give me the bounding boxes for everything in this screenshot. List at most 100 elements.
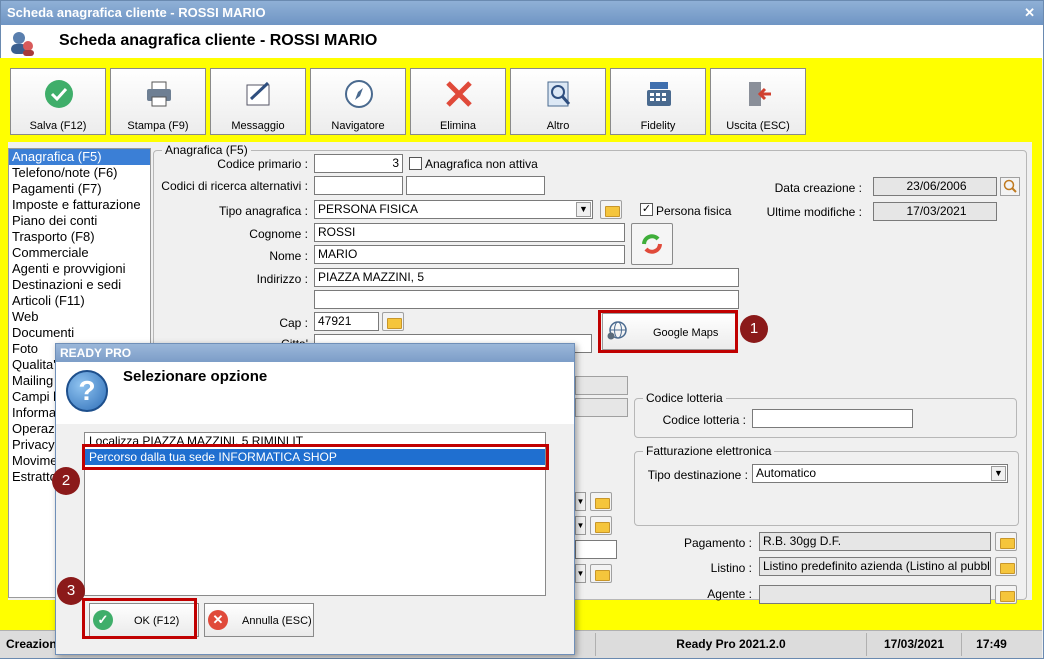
close-icon[interactable]: ✕ bbox=[1024, 1, 1035, 25]
cognome-input[interactable]: ROSSI bbox=[314, 223, 625, 242]
agente-label: Agente : bbox=[707, 587, 752, 601]
dialog-heading: Selezionare opzione bbox=[123, 368, 268, 385]
chevron-down-icon[interactable]: ▼ bbox=[991, 466, 1006, 481]
nome-input[interactable]: MARIO bbox=[314, 245, 625, 264]
message-icon bbox=[246, 81, 270, 106]
delete-button[interactable]: Elimina bbox=[410, 68, 506, 135]
close-icon: ✕ bbox=[208, 610, 228, 630]
cap-label: Cap : bbox=[279, 316, 308, 330]
cancel-button[interactable]: ✕ Annulla (ESC) bbox=[204, 603, 314, 637]
ultime-modifiche-label: Ultime modifiche : bbox=[766, 205, 862, 219]
tipo-anagrafica-label: Tipo anagrafica : bbox=[219, 204, 308, 218]
chevron-down-icon[interactable]: ▼ bbox=[575, 492, 586, 511]
data-creazione-label: Data creazione : bbox=[774, 181, 862, 195]
folder-icon[interactable] bbox=[600, 200, 622, 219]
sidebar-item[interactable]: Web bbox=[9, 309, 150, 325]
highlight-option-route bbox=[82, 444, 549, 470]
exit-button[interactable]: Uscita (ESC) bbox=[710, 68, 806, 135]
page-title: Scheda anagrafica cliente - ROSSI MARIO bbox=[59, 32, 378, 49]
tipo-destinazione-label: Tipo destinazione : bbox=[647, 468, 748, 482]
listino-value: Listino predefinito azienda (Listino al … bbox=[759, 557, 991, 576]
tipo-anagrafica-select[interactable]: PERSONA FISICA ▼ bbox=[314, 200, 593, 219]
search-icon[interactable] bbox=[1000, 177, 1020, 196]
sidebar-item[interactable]: Commerciale bbox=[9, 245, 150, 261]
agente-value bbox=[759, 585, 991, 604]
navigator-label: Navigatore bbox=[331, 120, 385, 132]
lotteria-group-title: Codice lotteria bbox=[643, 391, 726, 405]
fatturazione-elettronica-title: Fatturazione elettronica bbox=[643, 444, 775, 458]
anagrafica-non-attiva-label: Anagrafica non attiva bbox=[425, 157, 538, 171]
tipo-anagrafica-value: PERSONA FISICA bbox=[318, 202, 419, 216]
dialog-header: Selezionare opzione bbox=[56, 362, 574, 424]
folder-icon[interactable] bbox=[995, 557, 1017, 576]
check-icon bbox=[45, 80, 73, 108]
sidebar-item[interactable]: Articoli (F11) bbox=[9, 293, 150, 309]
readonly-field bbox=[575, 376, 628, 395]
data-creazione-value: 23/06/2006 bbox=[873, 177, 997, 196]
status-time: 17:49 bbox=[961, 633, 1021, 656]
codice-lotteria-input[interactable] bbox=[752, 409, 913, 428]
persona-fisica-label: Persona fisica bbox=[656, 204, 732, 218]
indirizzo-input[interactable]: PIAZZA MAZZINI, 5 bbox=[314, 268, 739, 287]
readonly-field bbox=[575, 398, 628, 417]
anagrafica-group-title: Anagrafica (F5) bbox=[162, 143, 251, 157]
pagamento-value: R.B. 30gg D.F. bbox=[759, 532, 991, 551]
other-button[interactable]: Altro bbox=[510, 68, 606, 135]
cancel-label: Annulla (ESC) bbox=[242, 615, 312, 627]
callout-badge-2: 2 bbox=[52, 467, 80, 495]
codice-lotteria-label: Codice lotteria : bbox=[662, 413, 746, 427]
save-label: Salva (F12) bbox=[29, 120, 87, 132]
other-label: Altro bbox=[546, 120, 570, 132]
printer-icon bbox=[147, 81, 171, 107]
save-button[interactable]: Salva (F12) bbox=[10, 68, 106, 135]
cap-input[interactable]: 47921 bbox=[314, 312, 379, 331]
status-date: 17/03/2021 bbox=[866, 633, 961, 656]
chevron-down-icon[interactable]: ▼ bbox=[575, 516, 586, 535]
dialog-title: READY PRO bbox=[56, 344, 574, 362]
listino-label: Listino : bbox=[710, 561, 752, 575]
codici-ricerca-label: Codici di ricerca alternativi : bbox=[161, 179, 308, 193]
nome-label: Nome : bbox=[269, 249, 308, 263]
folder-icon[interactable] bbox=[590, 564, 612, 583]
tipo-destinazione-select[interactable]: Automatico ▼ bbox=[752, 464, 1008, 483]
print-button[interactable]: Stampa (F9) bbox=[110, 68, 206, 135]
page-header: Scheda anagrafica cliente - ROSSI MARIO bbox=[1, 25, 1043, 59]
swap-name-button[interactable] bbox=[631, 223, 673, 265]
codice-ricerca-input-2[interactable] bbox=[406, 176, 545, 195]
folder-icon[interactable] bbox=[995, 585, 1017, 604]
codice-primario-input[interactable]: 3 bbox=[314, 154, 403, 173]
sidebar-item[interactable]: Destinazioni e sedi bbox=[9, 277, 150, 293]
exit-label: Uscita (ESC) bbox=[726, 120, 790, 132]
highlight-google-maps bbox=[598, 310, 738, 353]
persona-fisica-checkbox[interactable]: ✓ bbox=[640, 203, 653, 216]
codice-ricerca-input-1[interactable] bbox=[314, 176, 403, 195]
sidebar-item[interactable]: Anagrafica (F5) bbox=[9, 149, 150, 165]
compass-icon bbox=[345, 80, 373, 108]
sidebar-item[interactable]: Documenti bbox=[9, 325, 150, 341]
callout-badge-3: 3 bbox=[57, 577, 85, 605]
folder-icon[interactable] bbox=[590, 516, 612, 535]
sidebar-item[interactable]: Agenti e provvigioni bbox=[9, 261, 150, 277]
print-label: Stampa (F9) bbox=[127, 120, 189, 132]
delete-icon bbox=[446, 81, 472, 107]
sidebar-item[interactable]: Imposte e fatturazione bbox=[9, 197, 150, 213]
cash-register-icon bbox=[647, 82, 671, 106]
folder-icon[interactable] bbox=[382, 312, 404, 331]
chevron-down-icon[interactable]: ▼ bbox=[576, 202, 591, 217]
sidebar-item[interactable]: Pagamenti (F7) bbox=[9, 181, 150, 197]
exit-icon bbox=[749, 82, 771, 106]
tipo-destinazione-value: Automatico bbox=[756, 466, 817, 480]
fidelity-button[interactable]: Fidelity bbox=[610, 68, 706, 135]
folder-icon[interactable] bbox=[590, 492, 612, 511]
anagrafica-non-attiva-checkbox[interactable] bbox=[409, 157, 422, 170]
search-doc-icon bbox=[547, 81, 571, 107]
chevron-down-icon[interactable]: ▼ bbox=[575, 564, 586, 583]
folder-icon[interactable] bbox=[995, 532, 1017, 551]
navigator-button[interactable]: Navigatore bbox=[310, 68, 406, 135]
text-input[interactable] bbox=[575, 540, 617, 559]
sidebar-item[interactable]: Piano dei conti bbox=[9, 213, 150, 229]
message-button[interactable]: Messaggio bbox=[210, 68, 306, 135]
indirizzo-input-2[interactable] bbox=[314, 290, 739, 309]
sidebar-item[interactable]: Telefono/note (F6) bbox=[9, 165, 150, 181]
sidebar-item[interactable]: Trasporto (F8) bbox=[9, 229, 150, 245]
